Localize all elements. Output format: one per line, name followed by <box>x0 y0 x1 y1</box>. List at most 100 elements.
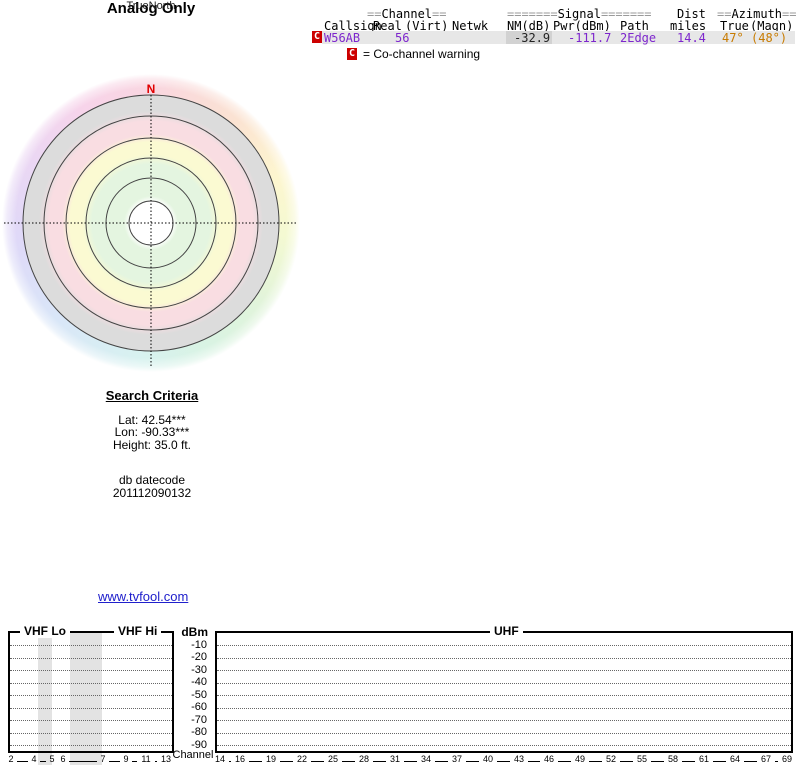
gridline <box>217 720 791 721</box>
tvfool-report: ==Channel=========Signal=======Dist==Azi… <box>0 0 800 768</box>
x-tick-label: 7 <box>93 754 113 764</box>
cell-channel-real: 56 <box>395 32 409 44</box>
y-tick-label: -10 <box>170 639 207 652</box>
gridline <box>10 720 172 721</box>
y-tick-label: -70 <box>170 714 207 727</box>
north-symbol: N <box>2 82 300 96</box>
db-datecode-value: 201112090132 <box>40 487 264 500</box>
tick-dash <box>620 761 634 762</box>
true-north-label: TrueNorth <box>0 0 302 12</box>
search-criteria: Search Criteria Lat: 42.54*** Lon: -90.3… <box>40 390 264 499</box>
x-tick-label: 16 <box>230 754 250 764</box>
tick-dash <box>651 761 665 762</box>
tick-dash <box>342 761 356 762</box>
x-tick-label: 46 <box>539 754 559 764</box>
x-tick-label: 61 <box>694 754 714 764</box>
gridline <box>217 695 791 696</box>
cell-nm-db: -32.9 <box>514 32 550 44</box>
tick-dash <box>589 761 603 762</box>
x-tick-label: 9 <box>116 754 136 764</box>
x-tick-label: 19 <box>261 754 281 764</box>
legend-warning-icon: C <box>347 48 357 60</box>
gridline <box>10 670 172 671</box>
vhf-lo-label: VHF Lo <box>20 624 70 638</box>
y-tick-label: -30 <box>170 664 207 677</box>
x-tick-label: 49 <box>570 754 590 764</box>
gridline <box>10 683 172 684</box>
tick-dash <box>229 761 232 762</box>
x-tick-label: 69 <box>777 754 797 764</box>
tick-dash <box>17 761 28 762</box>
gridline <box>217 708 791 709</box>
y-tick-label: -90 <box>170 739 207 752</box>
x-tick-label: 22 <box>292 754 312 764</box>
x-tick-label: 37 <box>447 754 467 764</box>
gridline <box>10 645 172 646</box>
x-tick-label: 34 <box>416 754 436 764</box>
gridline <box>217 645 791 646</box>
x-tick-label: 55 <box>632 754 652 764</box>
tvfool-link[interactable]: www.tvfool.com <box>98 589 188 604</box>
y-tick-label: -50 <box>170 689 207 702</box>
x-tick-label: 31 <box>385 754 405 764</box>
gridline <box>10 695 172 696</box>
tick-dash <box>682 761 696 762</box>
cell-azimuth-magn: (48°) <box>751 32 787 44</box>
tick-dash <box>713 761 727 762</box>
radar-grid <box>2 74 300 372</box>
x-tick-label: 67 <box>756 754 776 764</box>
x-tick-label: 58 <box>663 754 683 764</box>
longitude-value: Lon: -90.33*** <box>40 426 264 439</box>
cell-path: 2Edge <box>620 32 656 44</box>
x-tick-label: 40 <box>478 754 498 764</box>
tick-dash <box>466 761 480 762</box>
uhf-label: UHF <box>490 624 523 638</box>
x-tick-label: 25 <box>323 754 343 764</box>
y-tick-label: -60 <box>170 701 207 714</box>
x-tick-label: 14 <box>210 754 230 764</box>
x-tick-label: 13 <box>156 754 176 764</box>
tick-dash <box>132 761 138 762</box>
cell-azimuth-true: 47° <box>722 32 744 44</box>
gridline <box>217 683 791 684</box>
y-tick-label: -40 <box>170 676 207 689</box>
tick-dash <box>311 761 325 762</box>
vhf-hi-label: VHF Hi <box>114 624 161 638</box>
tick-dash <box>280 761 294 762</box>
x-tick-label: 52 <box>601 754 621 764</box>
tick-dash <box>744 761 758 762</box>
uhf-panel <box>215 631 793 753</box>
cell-callsign: W56AB <box>324 32 360 44</box>
y-tick-label: -80 <box>170 726 207 739</box>
x-tick-label: 64 <box>725 754 745 764</box>
gridline <box>10 708 172 709</box>
tick-dash <box>69 761 97 762</box>
gridline <box>10 745 172 746</box>
gridline <box>10 733 172 734</box>
y-axis-unit: dBm <box>170 625 208 639</box>
search-criteria-heading: Search Criteria <box>40 390 264 403</box>
vhf-panel <box>8 631 174 753</box>
height-value: Height: 35.0 ft. <box>40 439 264 452</box>
gridline <box>10 658 172 659</box>
tick-dash <box>155 761 158 762</box>
cell-dist-miles: 14.4 <box>677 32 706 44</box>
y-tick-label: -20 <box>170 651 207 664</box>
tick-dash <box>528 761 541 762</box>
x-tick-label: 2 <box>1 754 21 764</box>
tick-dash <box>109 761 120 762</box>
tick-dash <box>40 761 46 762</box>
tick-dash <box>249 761 263 762</box>
gridline <box>217 745 791 746</box>
db-datecode-label: db datecode <box>40 474 264 487</box>
tick-dash <box>373 761 387 762</box>
x-tick-label: 28 <box>354 754 374 764</box>
tick-dash <box>558 761 572 762</box>
co-channel-warning-icon: C <box>312 31 322 43</box>
radar-plot: N <box>2 74 300 372</box>
gridline <box>217 670 791 671</box>
cell-pwr-dbm: -111.7 <box>568 32 611 44</box>
gridline <box>217 733 791 734</box>
x-tick-label: 43 <box>509 754 529 764</box>
x-tick-label: 11 <box>136 754 156 764</box>
